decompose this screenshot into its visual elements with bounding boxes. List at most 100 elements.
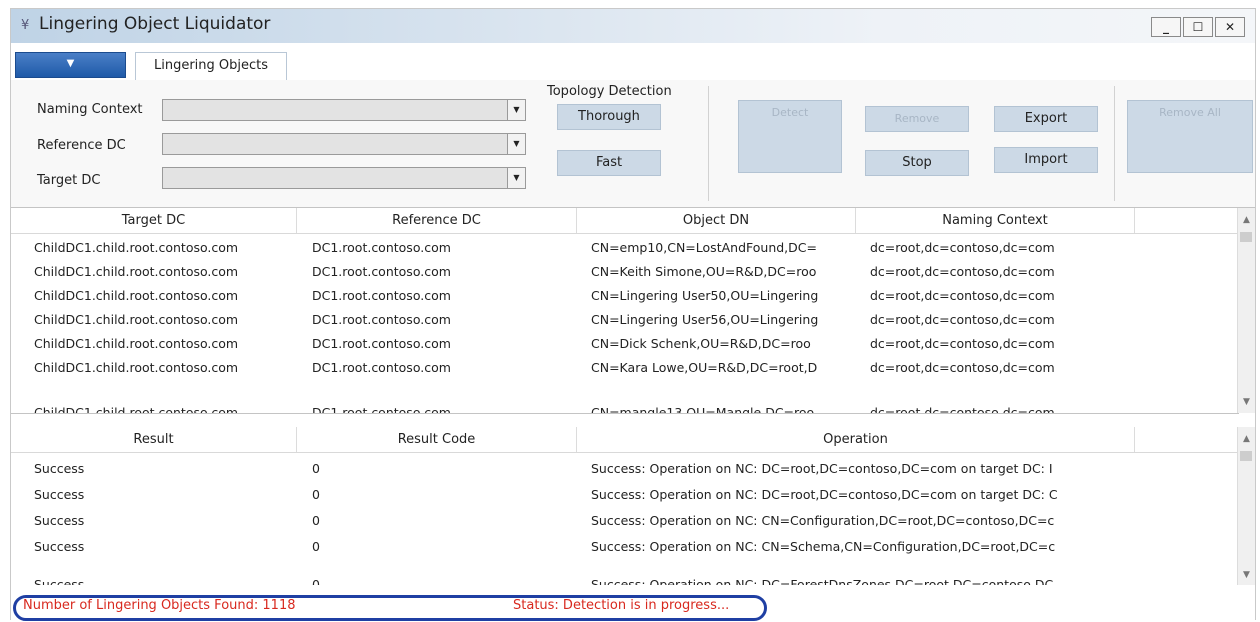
cell-result: Success — [34, 539, 85, 554]
cell-reference-dc: DC1.root.contoso.com — [312, 240, 451, 255]
reference-dc-label: Reference DC — [37, 138, 126, 153]
cell-result: Success — [34, 513, 85, 528]
chevron-down-icon[interactable]: ▼ — [507, 134, 525, 154]
table-row[interactable]: ChildDC1.child.root.contoso.com DC1.root… — [11, 332, 1239, 356]
ribbon-tab-row: ▼ Lingering Objects — [11, 46, 1255, 81]
cell-operation: Success: Operation on NC: DC=ForestDnsZo… — [591, 577, 1054, 585]
cell-target-dc: ChildDC1.child.root.contoso.com — [34, 264, 239, 279]
ribbon-separator — [1114, 86, 1115, 201]
cell-target-dc: ChildDC1.child.root.contoso.com — [34, 405, 239, 414]
remove-all-button[interactable]: Remove All — [1127, 100, 1253, 173]
objects-grid-scrollbar[interactable]: ▲ ▼ — [1237, 208, 1255, 413]
cell-reference-dc: DC1.root.contoso.com — [312, 264, 451, 279]
column-header-operation[interactable]: Operation — [577, 427, 1135, 452]
naming-context-label: Naming Context — [37, 102, 143, 117]
scroll-thumb[interactable] — [1240, 232, 1252, 242]
chevron-down-icon[interactable]: ▼ — [507, 168, 525, 188]
column-header-result-code[interactable]: Result Code — [297, 427, 577, 452]
cell-reference-dc: DC1.root.contoso.com — [312, 336, 451, 351]
detect-button[interactable]: Detect — [738, 100, 842, 173]
cell-target-dc: ChildDC1.child.root.contoso.com — [34, 240, 239, 255]
cell-naming-context: dc=root,dc=contoso,dc=com — [870, 405, 1055, 414]
title-bar[interactable]: ¥ Lingering Object Liquidator _ ☐ ✕ — [11, 9, 1255, 43]
naming-context-combo[interactable]: ▼ — [162, 99, 526, 121]
cell-naming-context: dc=root,dc=contoso,dc=com — [870, 336, 1055, 351]
table-row[interactable]: ChildDC1.child.root.contoso.com DC1.root… — [11, 284, 1239, 308]
export-button[interactable]: Export — [994, 106, 1098, 132]
table-row[interactable]: Success 0 Success: Operation on NC: DC=r… — [11, 457, 1239, 481]
scroll-down-icon[interactable]: ▼ — [1238, 567, 1255, 583]
cell-naming-context: dc=root,dc=contoso,dc=com — [870, 312, 1055, 327]
target-dc-combo[interactable]: ▼ — [162, 167, 526, 189]
cell-naming-context: dc=root,dc=contoso,dc=com — [870, 288, 1055, 303]
grid-header: Target DC Reference DC Object DN Naming … — [11, 208, 1239, 234]
target-dc-label: Target DC — [37, 173, 101, 188]
cell-target-dc: ChildDC1.child.root.contoso.com — [34, 288, 239, 303]
maximize-button[interactable]: ☐ — [1183, 17, 1213, 37]
scroll-thumb[interactable] — [1240, 451, 1252, 461]
cell-result-code: 0 — [312, 539, 320, 554]
cell-object-dn: CN=Lingering User56,OU=Lingering — [591, 312, 819, 327]
lingering-objects-grid: Target DC Reference DC Object DN Naming … — [11, 208, 1239, 414]
app-menu-button[interactable]: ▼ — [15, 52, 126, 78]
results-grid: Result Result Code Operation Success 0 S… — [11, 427, 1239, 585]
import-button[interactable]: Import — [994, 147, 1098, 173]
status-highlight-oval — [13, 595, 767, 621]
cell-operation: Success: Operation on NC: CN=Configurati… — [591, 513, 1055, 528]
status-bar: Number of Lingering Objects Found: 1118 … — [11, 593, 1255, 621]
tab-lingering-objects[interactable]: Lingering Objects — [135, 52, 287, 81]
cell-reference-dc: DC1.root.contoso.com — [312, 312, 451, 327]
stop-button[interactable]: Stop — [865, 150, 969, 176]
ribbon-separator — [708, 86, 709, 201]
scroll-down-icon[interactable]: ▼ — [1238, 394, 1255, 410]
window-title: Lingering Object Liquidator — [39, 14, 271, 34]
cell-result: Success — [34, 461, 85, 476]
app-icon: ¥ — [21, 18, 30, 33]
topology-detection-label: Topology Detection — [547, 84, 672, 99]
table-row[interactable]: Success 0 Success: Operation on NC: CN=S… — [11, 535, 1239, 559]
table-row[interactable]: ChildDC1.child.root.contoso.com DC1.root… — [11, 260, 1239, 284]
ribbon-panel: Naming Context ▼ Reference DC ▼ Target D… — [11, 80, 1255, 208]
reference-dc-combo[interactable]: ▼ — [162, 133, 526, 155]
minimize-button[interactable]: _ — [1151, 17, 1181, 37]
fast-button[interactable]: Fast — [557, 150, 661, 176]
table-row[interactable]: ChildDC1.child.root.contoso.com DC1.root… — [11, 401, 1239, 414]
cell-reference-dc: DC1.root.contoso.com — [312, 288, 451, 303]
column-header-target-dc[interactable]: Target DC — [11, 208, 297, 233]
results-grid-scrollbar[interactable]: ▲ ▼ — [1237, 427, 1255, 585]
column-header-result[interactable]: Result — [11, 427, 297, 452]
cell-result: Success — [34, 577, 85, 585]
table-row[interactable]: Success 0 Success: Operation on NC: CN=C… — [11, 509, 1239, 533]
table-row[interactable]: ChildDC1.child.root.contoso.com DC1.root… — [11, 308, 1239, 332]
cell-result-code: 0 — [312, 487, 320, 502]
thorough-button[interactable]: Thorough — [557, 104, 661, 130]
cell-target-dc: ChildDC1.child.root.contoso.com — [34, 360, 239, 375]
cell-reference-dc: DC1.root.contoso.com — [312, 360, 451, 375]
table-row[interactable]: Success 0 Success: Operation on NC: DC=F… — [11, 573, 1239, 585]
table-row[interactable]: ChildDC1.child.root.contoso.com DC1.root… — [11, 356, 1239, 380]
cell-result-code: 0 — [312, 461, 320, 476]
chevron-down-icon[interactable]: ▼ — [507, 100, 525, 120]
cell-object-dn: CN=Lingering User50,OU=Lingering — [591, 288, 819, 303]
cell-result-code: 0 — [312, 577, 320, 585]
cell-naming-context: dc=root,dc=contoso,dc=com — [870, 360, 1055, 375]
column-header-naming-context[interactable]: Naming Context — [856, 208, 1135, 233]
scroll-up-icon[interactable]: ▲ — [1238, 212, 1255, 228]
cell-object-dn: CN=mangle13,OU=Mangle,DC=roo — [591, 405, 815, 414]
remove-button[interactable]: Remove — [865, 106, 969, 132]
app-window: ¥ Lingering Object Liquidator _ ☐ ✕ ▼ Li… — [10, 8, 1256, 621]
column-header-reference-dc[interactable]: Reference DC — [297, 208, 577, 233]
column-header-object-dn[interactable]: Object DN — [577, 208, 856, 233]
cell-operation: Success: Operation on NC: CN=Schema,CN=C… — [591, 539, 1056, 554]
table-row[interactable]: ChildDC1.child.root.contoso.com DC1.root… — [11, 236, 1239, 260]
cell-operation: Success: Operation on NC: DC=root,DC=con… — [591, 461, 1053, 476]
cell-target-dc: ChildDC1.child.root.contoso.com — [34, 336, 239, 351]
close-button[interactable]: ✕ — [1215, 17, 1245, 37]
cell-naming-context: dc=root,dc=contoso,dc=com — [870, 240, 1055, 255]
table-row[interactable]: Success 0 Success: Operation on NC: DC=r… — [11, 483, 1239, 507]
cell-object-dn: CN=Dick Schenk,OU=R&D,DC=roo — [591, 336, 811, 351]
cell-object-dn: CN=Kara Lowe,OU=R&D,DC=root,D — [591, 360, 818, 375]
cell-result-code: 0 — [312, 513, 320, 528]
cell-naming-context: dc=root,dc=contoso,dc=com — [870, 264, 1055, 279]
scroll-up-icon[interactable]: ▲ — [1238, 431, 1255, 447]
